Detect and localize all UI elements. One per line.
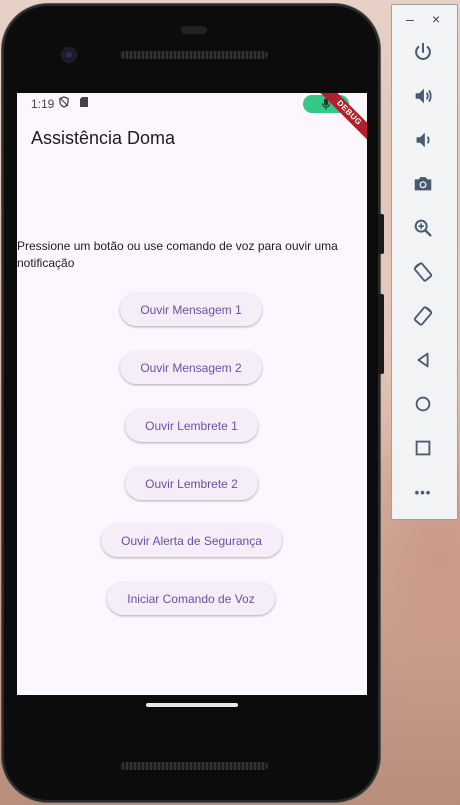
screenshot-button[interactable] bbox=[408, 169, 438, 199]
rotate-right-icon bbox=[413, 306, 433, 326]
phone-screen: 1:19 DEBUG Assistência Doma Pressione um… bbox=[17, 93, 367, 695]
more-icon[interactable]: ••• bbox=[408, 477, 438, 507]
listen-reminder-1-button[interactable]: Ouvir Lembrete 1 bbox=[125, 409, 258, 442]
overview-icon bbox=[415, 440, 431, 456]
listen-message-2-button[interactable]: Ouvir Mensagem 2 bbox=[120, 351, 262, 384]
status-time: 1:19 bbox=[31, 97, 55, 111]
shield-off-icon bbox=[59, 96, 69, 108]
phone-sensor bbox=[181, 26, 207, 34]
start-voice-command-button[interactable]: Iniciar Comando de Voz bbox=[107, 582, 275, 615]
sd-card-icon bbox=[80, 97, 88, 107]
back-button[interactable] bbox=[408, 345, 438, 375]
minimize-button[interactable]: – bbox=[406, 11, 414, 27]
overview-button[interactable] bbox=[408, 433, 438, 463]
volume-down-button[interactable] bbox=[408, 125, 438, 155]
phone-side-button bbox=[378, 214, 384, 254]
zoom-icon bbox=[414, 219, 432, 237]
top-speaker bbox=[120, 51, 268, 59]
back-icon bbox=[417, 352, 429, 368]
emulator-toolbar: – × ••• bbox=[391, 4, 458, 520]
camera-icon bbox=[414, 177, 432, 191]
home-icon bbox=[415, 396, 431, 412]
phone-volume-button bbox=[378, 294, 384, 374]
volume-up-icon bbox=[415, 88, 432, 104]
power-button[interactable] bbox=[408, 37, 438, 67]
home-button[interactable] bbox=[408, 389, 438, 419]
rotate-right-button[interactable] bbox=[408, 301, 438, 331]
listen-message-1-button[interactable]: Ouvir Mensagem 1 bbox=[120, 293, 262, 326]
gesture-nav-handle[interactable] bbox=[146, 703, 238, 707]
rotate-left-icon bbox=[413, 262, 433, 282]
listen-security-alert-button[interactable]: Ouvir Alerta de Segurança bbox=[101, 524, 282, 557]
front-camera bbox=[63, 49, 75, 61]
listen-reminder-2-button[interactable]: Ouvir Lembrete 2 bbox=[125, 467, 258, 500]
bottom-speaker bbox=[120, 762, 268, 770]
status-bar: 1:19 bbox=[17, 93, 367, 115]
power-icon bbox=[415, 42, 431, 60]
instruction-text: Pressione um botão ou use comando de voz… bbox=[17, 239, 338, 270]
app-title: Assistência Doma bbox=[31, 128, 176, 148]
volume-up-button[interactable] bbox=[408, 81, 438, 111]
volume-down-icon bbox=[416, 132, 430, 148]
zoom-button[interactable] bbox=[408, 213, 438, 243]
rotate-left-button[interactable] bbox=[408, 257, 438, 287]
close-button[interactable]: × bbox=[432, 11, 440, 27]
